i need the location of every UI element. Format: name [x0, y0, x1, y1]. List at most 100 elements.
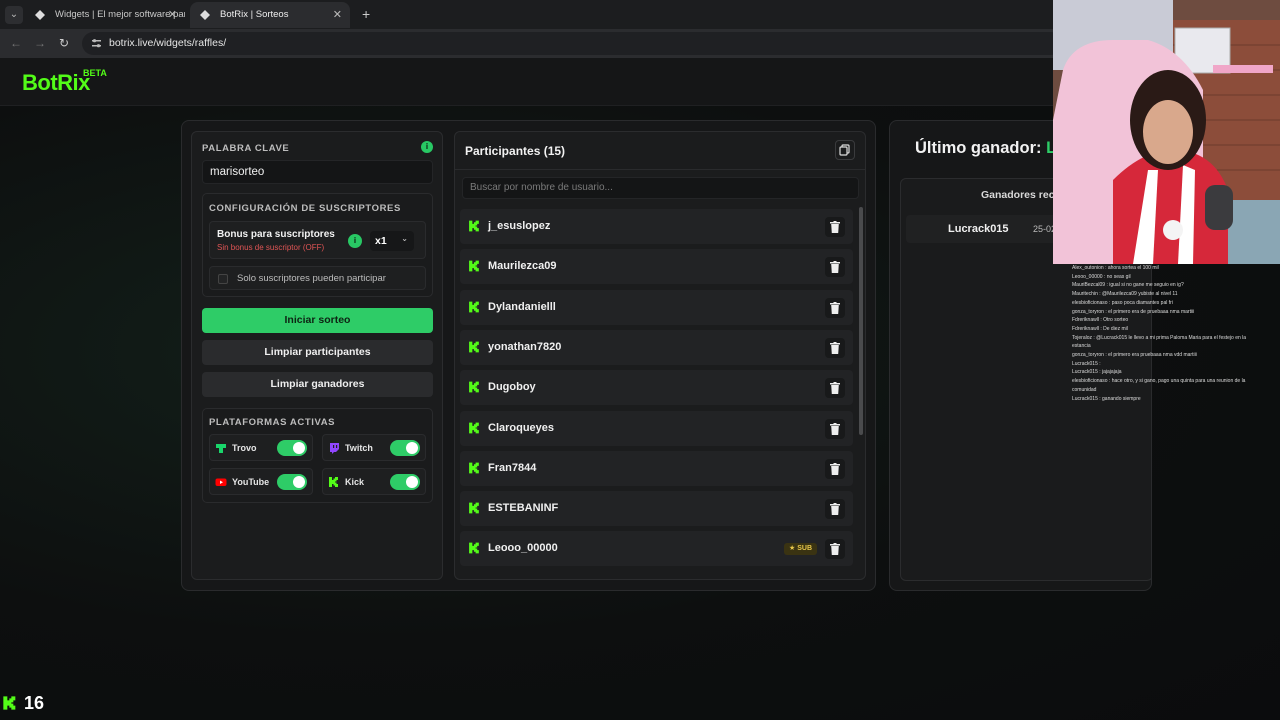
browser-tab-sorteos[interactable]: BotRix | Sorteos ✕	[190, 2, 350, 28]
forward-arrow-icon[interactable]: →	[34, 36, 46, 50]
platform-name: Trovo	[232, 443, 257, 453]
platform-twitch: Twitch	[322, 434, 426, 461]
platform-trovo: Trovo	[209, 434, 313, 461]
address-bar[interactable]: botrix.live/widgets/raffles/	[82, 32, 1062, 55]
last-winner-prefix: Último ganador:	[915, 139, 1047, 157]
chat-message: MauriBezcal09 : igual si no gane me segu…	[1072, 282, 1184, 289]
participant-row: Maurilezca09	[460, 249, 853, 285]
keyword-input[interactable]: marisorteo	[202, 160, 433, 184]
platform-name: YouTube	[232, 477, 270, 487]
participant-name: j_esuslopez	[488, 220, 551, 232]
chevron-down-icon: ⌄	[401, 234, 408, 243]
viewer-count: 16	[24, 693, 45, 713]
browser-tab-widgets[interactable]: Widgets | El mejor software para ✕	[25, 2, 185, 28]
participants-title: Participantes (15)	[465, 144, 566, 158]
multiplier-value: x1	[375, 235, 387, 247]
close-tab-icon[interactable]: ✕	[168, 2, 177, 28]
scrollbar[interactable]	[859, 207, 863, 435]
active-platforms-section: PLATAFORMAS ACTIVAS Trovo Twitch YouTube…	[202, 408, 433, 503]
clear-participants-button[interactable]: Limpiar participantes	[202, 340, 433, 365]
trash-icon	[830, 341, 840, 354]
participant-name: Claroqueyes	[488, 421, 555, 434]
chat-message: Alex_outonion : ahora sortea el 100 mil	[1072, 265, 1159, 271]
remove-participant-button[interactable]	[825, 257, 845, 278]
youtube-toggle[interactable]	[277, 474, 307, 490]
subscriber-config-section: CONFIGURACIÓN DE SUSCRIPTORES Bonus para…	[202, 193, 433, 297]
participant-row: Dylandanielll	[460, 289, 853, 325]
participant-name: Maurilezca09	[488, 260, 557, 273]
remove-participant-button[interactable]	[825, 378, 845, 399]
trash-icon	[830, 462, 840, 475]
multiplier-select[interactable]: x1 ⌄	[370, 231, 414, 251]
trovo-icon	[216, 444, 226, 453]
keyword-label: PALABRA CLAVE	[202, 143, 290, 154]
remove-participant-button[interactable]	[825, 499, 845, 520]
sub-badge: ★ SUB	[783, 543, 817, 556]
participant-name: Dugoboy	[488, 381, 536, 394]
beta-badge: BETA	[83, 68, 107, 78]
platform-youtube: YouTube	[209, 468, 313, 495]
participant-name: Fran7844	[488, 461, 537, 474]
tab-title: BotRix | Sorteos	[220, 9, 289, 20]
back-arrow-icon[interactable]: ←	[10, 36, 22, 50]
chat-message: Fdreriknawll : Otro sorteo	[1072, 317, 1129, 324]
close-tab-icon[interactable]: ✕	[333, 2, 342, 28]
botrix-logo[interactable]: BotRix	[22, 70, 90, 96]
chat-message: estancia	[1072, 343, 1091, 350]
sub-badge-label: SUB	[797, 545, 812, 553]
twitch-icon	[330, 443, 339, 454]
kick-icon	[469, 542, 479, 554]
trovo-toggle[interactable]	[277, 440, 307, 456]
participant-name: Dylandanielll	[488, 300, 556, 313]
participant-row: Fran7844	[460, 450, 853, 486]
remove-participant-button[interactable]	[825, 539, 845, 560]
tab-search-button[interactable]: ⌄	[5, 6, 23, 24]
remove-participant-button[interactable]	[825, 297, 845, 318]
only-subscribers-checkbox[interactable]	[218, 274, 228, 284]
site-info-icon[interactable]	[91, 38, 102, 49]
participants-panel: Participantes (15) Buscar por nombre de …	[454, 131, 866, 580]
bonus-info-icon[interactable]: i	[348, 234, 362, 248]
chat-message: elesbioficionaso : hace otro, y si gano,…	[1072, 378, 1246, 385]
kick-icon	[469, 502, 479, 514]
trash-icon	[830, 543, 840, 556]
participant-name: yonathan7820	[488, 340, 562, 353]
only-subscribers-option[interactable]: Solo suscriptores pueden participar	[209, 266, 426, 290]
new-tab-icon[interactable]: +	[362, 6, 370, 22]
participant-row: Claroqueyes	[460, 410, 853, 446]
kick-icon	[469, 220, 479, 232]
chat-message: Fdreriknawll : De diez mil	[1072, 325, 1128, 332]
chat-message: gonza_toryron : el primero era pruebaaa …	[1072, 352, 1197, 358]
remove-participant-button[interactable]	[825, 418, 845, 439]
kick-toggle[interactable]	[390, 474, 420, 490]
participant-name: Leooo_00000	[488, 542, 558, 555]
chat-message: comunidad	[1072, 386, 1097, 393]
twitch-toggle[interactable]	[390, 440, 420, 456]
chat-message: Lucrack015 : jajajajaja	[1072, 369, 1122, 376]
copy-icon	[839, 144, 850, 156]
start-raffle-button[interactable]: Iniciar sorteo	[202, 308, 433, 333]
trash-icon	[830, 261, 840, 274]
clear-winners-button[interactable]: Limpiar ganadores	[202, 372, 433, 397]
trash-icon	[830, 382, 840, 395]
chat-message: Lucrack015 :	[1072, 360, 1101, 367]
chat-message: Mauritechin : @Maurilezca09 yubiste al n…	[1072, 291, 1178, 298]
participant-row: j_esuslopez	[460, 209, 853, 244]
kick-icon	[469, 422, 479, 433]
participant-search-input[interactable]: Buscar por nombre de usuario...	[462, 177, 859, 199]
divider	[455, 169, 865, 170]
remove-participant-button[interactable]	[825, 458, 845, 479]
reload-icon[interactable]: ↻	[59, 36, 69, 50]
kick-icon	[469, 301, 479, 313]
kick-icon	[3, 696, 16, 710]
copy-button[interactable]	[835, 140, 855, 160]
kick-icon	[469, 260, 479, 272]
platform-name: Kick	[345, 477, 365, 487]
participant-row: yonathan7820	[460, 329, 853, 365]
remove-participant-button[interactable]	[825, 217, 845, 237]
remove-participant-button[interactable]	[825, 337, 845, 358]
trash-icon	[830, 503, 840, 516]
raffle-config-panel: PALABRA CLAVE i marisorteo CONFIGURACIÓN…	[191, 131, 443, 580]
participant-row: Leooo_00000 ★ SUB	[460, 531, 853, 567]
info-icon[interactable]: i	[421, 141, 433, 153]
